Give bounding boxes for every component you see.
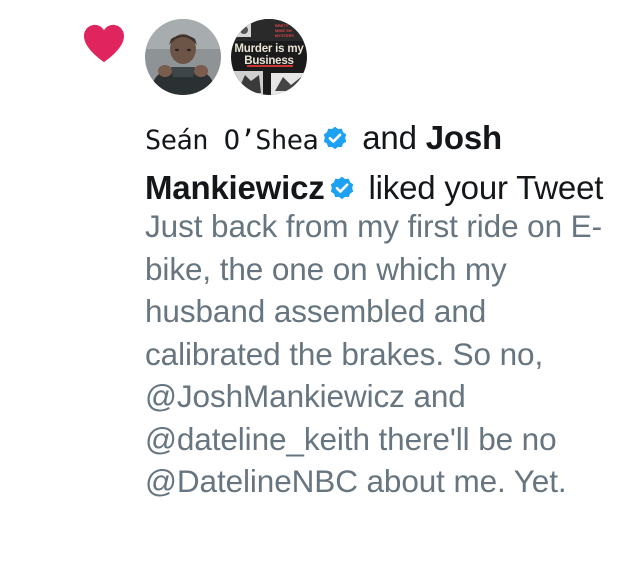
verified-badge-icon (330, 176, 353, 200)
connector-and: and (362, 119, 417, 156)
heart-icon (84, 24, 124, 63)
avatar-photo-person (145, 19, 221, 95)
book-cover-small-text: BRETT MIKE SH MYSTERY (275, 23, 295, 38)
book-cover-title-line-1: Murder is my (234, 43, 304, 55)
avatar-sean-oshea[interactable] (145, 19, 221, 95)
user-name-sean-oshea[interactable]: Seán O’Shea (145, 125, 319, 156)
notification-content: Seán O’Shea and Josh Mankiewicz liked yo… (145, 114, 625, 503)
action-text: liked your Tweet (368, 169, 604, 206)
book-cover-title-line-2: Business (244, 55, 294, 67)
liker-avatars: BRETT MIKE SH MYSTERY Murder is my Busines… (145, 19, 307, 95)
verified-badge-icon (324, 126, 347, 150)
liked-tweet-text[interactable]: Just back from my first ride on E-bike, … (145, 205, 625, 503)
avatar-josh-mankiewicz[interactable]: BRETT MIKE SH MYSTERY Murder is my Busines… (231, 19, 307, 95)
like-notification[interactable]: BRETT MIKE SH MYSTERY Murder is my Busines… (0, 0, 640, 563)
notification-headline: Seán O’Shea and Josh Mankiewicz liked yo… (145, 114, 625, 211)
